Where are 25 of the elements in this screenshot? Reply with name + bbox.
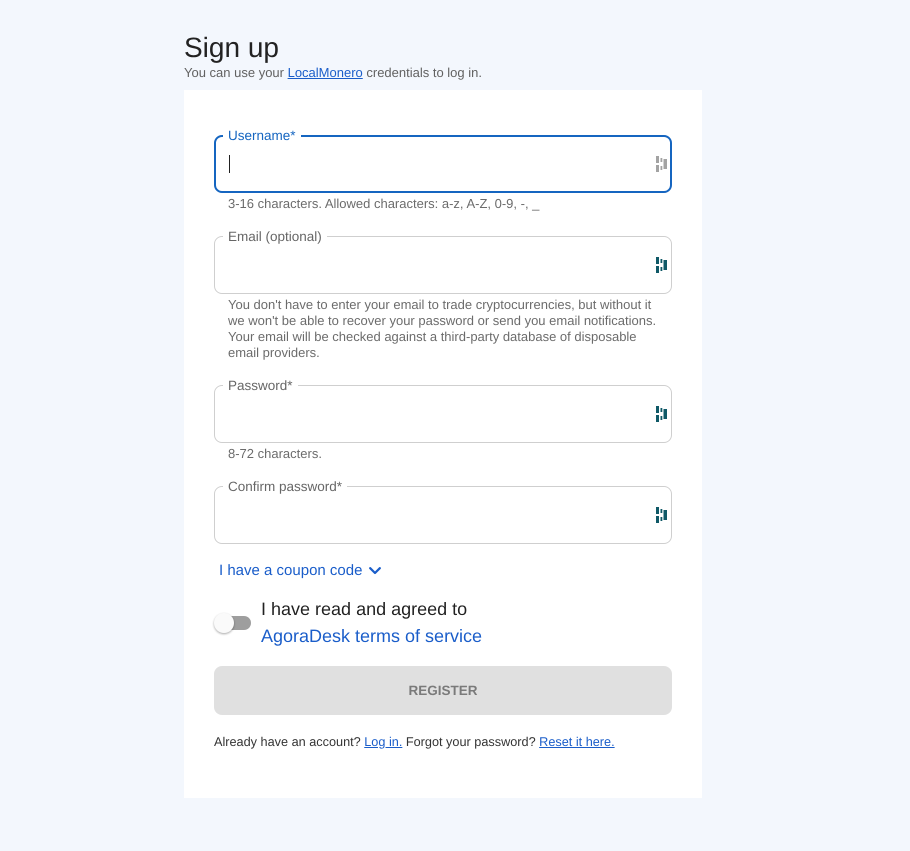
page-title: Sign up	[184, 32, 280, 64]
subtitle-text: You can use your LocalMonero credentials to log in.	[184, 65, 483, 81]
reset-password-link[interactable]: Reset it here.	[539, 735, 615, 749]
field-label: Password*	[227, 378, 294, 393]
toggle-switch[interactable]	[214, 613, 252, 633]
autofill-icon[interactable]	[656, 257, 667, 273]
field-label: Email (optional)	[227, 229, 323, 244]
autofill-icon[interactable]	[656, 507, 667, 523]
login-link[interactable]: Log in.	[364, 735, 402, 749]
field-label: Username*	[227, 128, 297, 143]
autofill-icon[interactable]	[656, 406, 667, 422]
text-cursor-icon	[229, 155, 230, 173]
coupon-toggle[interactable]: I have a coupon code	[219, 561, 382, 581]
input-field[interactable]: Username*	[214, 128, 672, 193]
helper-text: You don't have to enter your email to trade cryptocurrencies, but without it we won't be able to recover your password or send you email notifications. Your email will be checked against a third-party database of disposable email providers.	[228, 297, 658, 361]
helper-text: 3-16 characters. Allowed characters: a-z, A-Z, 0-9, -, _	[228, 196, 540, 212]
terms-text: I have read and agreed to AgoraDesk terms of service	[261, 598, 484, 648]
input-field[interactable]: Confirm password*	[214, 479, 672, 544]
account-help-text: Already have an account? Log in. Forgot your password? Reset it here.	[214, 734, 616, 750]
helper-text: 8-72 characters.	[228, 446, 323, 462]
terms-link[interactable]: AgoraDesk terms of service	[261, 626, 482, 646]
field-label: Confirm password*	[227, 479, 344, 494]
input-field[interactable]: Password*	[214, 378, 672, 443]
input-field[interactable]: Email (optional)	[214, 229, 672, 294]
localmonero-link[interactable]: LocalMonero	[288, 65, 363, 80]
